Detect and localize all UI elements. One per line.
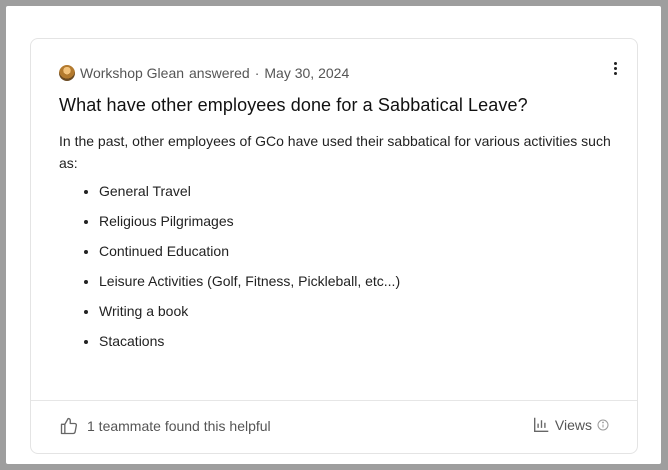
- answer-meta: Workshop Glean answered · May 30, 2024: [59, 65, 349, 81]
- meta-separator: ·: [254, 65, 260, 81]
- views-button[interactable]: Views: [533, 416, 609, 433]
- author-name[interactable]: Workshop Glean: [80, 65, 184, 81]
- info-icon[interactable]: [597, 419, 609, 431]
- avatar[interactable]: [59, 65, 75, 81]
- thumbs-up-icon[interactable]: [59, 416, 79, 436]
- list-item: Religious Pilgrimages: [99, 210, 400, 240]
- footer-divider: [31, 400, 637, 401]
- helpful-count-text: 1 teammate found this helpful: [87, 418, 271, 434]
- list-item: Continued Education: [99, 240, 400, 270]
- answer-card: Workshop Glean answered · May 30, 2024 W…: [30, 38, 638, 454]
- helpful-section: 1 teammate found this helpful: [59, 416, 271, 436]
- answer-date: May 30, 2024: [264, 65, 350, 81]
- screenshot-frame: Workshop Glean answered · May 30, 2024 W…: [6, 6, 661, 464]
- views-label: Views: [554, 416, 592, 433]
- bar-chart-icon: [533, 416, 550, 433]
- activity-list: General Travel Religious Pilgrimages Con…: [59, 180, 400, 360]
- answer-intro: In the past, other employees of GCo have…: [59, 133, 611, 171]
- list-item: Writing a book: [99, 300, 400, 330]
- question-title: What have other employees done for a Sab…: [59, 95, 528, 115]
- answer-action: answered: [189, 65, 250, 81]
- list-item: Leisure Activities (Golf, Fitness, Pickl…: [99, 270, 400, 300]
- list-item: General Travel: [99, 180, 400, 210]
- more-options-icon[interactable]: [611, 61, 619, 77]
- list-item: Stacations: [99, 330, 400, 360]
